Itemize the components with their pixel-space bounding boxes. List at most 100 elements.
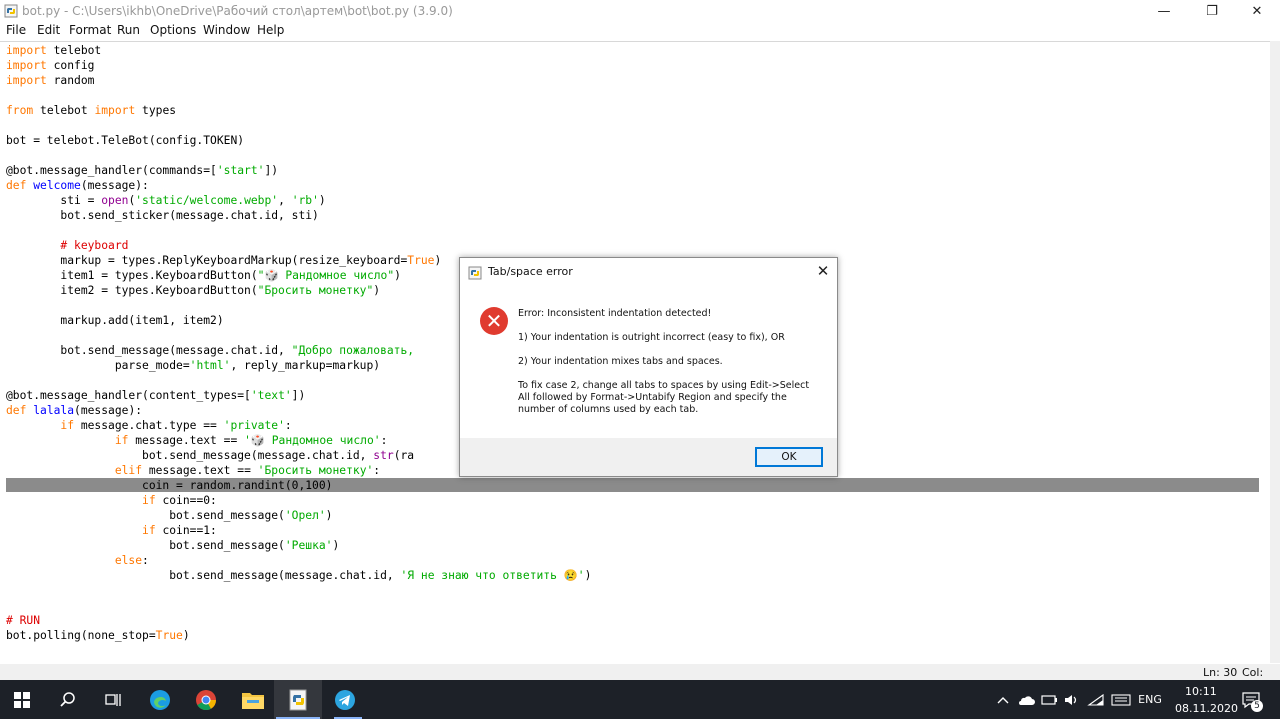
- onedrive-icon[interactable]: [1016, 680, 1036, 719]
- code-token: config: [46, 59, 95, 72]
- code-line[interactable]: else:: [6, 553, 149, 568]
- chrome-icon[interactable]: [193, 687, 219, 713]
- menu-run[interactable]: Run: [117, 23, 140, 37]
- python-idle-icon: [468, 265, 482, 280]
- code-line[interactable]: bot.send_message('Орел'): [6, 508, 332, 523]
- code-token: 'Орел': [284, 509, 326, 522]
- code-token: (message):: [80, 179, 149, 192]
- code-token: True: [155, 629, 183, 642]
- keyboard-icon[interactable]: [1109, 680, 1133, 719]
- vertical-scrollbar[interactable]: [1270, 41, 1280, 663]
- menu-format[interactable]: Format: [69, 23, 111, 37]
- code-token: bot.send_message(message.chat.id,: [6, 449, 374, 462]
- code-token: 'start': [216, 164, 265, 177]
- code-line[interactable]: item1 = types.KeyboardButton("🎲 Рандомно…: [6, 268, 401, 283]
- code-line[interactable]: @bot.message_handler(commands=['start']): [6, 163, 278, 178]
- battery-icon[interactable]: [1039, 680, 1059, 719]
- code-token: 'html': [189, 359, 231, 372]
- dialog-close-button[interactable]: ✕: [810, 260, 836, 282]
- python-idle-taskbar-icon[interactable]: [286, 687, 312, 713]
- file-explorer-icon[interactable]: [240, 687, 266, 713]
- code-line[interactable]: coin = random.randint(0,100): [6, 478, 332, 493]
- menu-edit[interactable]: Edit: [37, 23, 60, 37]
- clock-time: 10:11: [1185, 685, 1217, 698]
- menu-file[interactable]: File: [6, 23, 26, 37]
- code-line[interactable]: # keyboard: [6, 238, 128, 253]
- code-line[interactable]: sti = open('static/welcome.webp', 'rb'): [6, 193, 325, 208]
- code-token: :: [284, 419, 292, 432]
- code-line[interactable]: markup = types.ReplyKeyboardMarkup(resiz…: [6, 253, 441, 268]
- close-window-button[interactable]: ✕: [1234, 0, 1280, 22]
- windows-start-icon[interactable]: [9, 687, 35, 713]
- code-line[interactable]: bot.send_message('Решка'): [6, 538, 339, 553]
- code-line[interactable]: @bot.message_handler(content_types=['tex…: [6, 388, 305, 403]
- code-line[interactable]: elif message.text == 'Бросить монетку':: [6, 463, 380, 478]
- edge-browser-icon[interactable]: [147, 687, 173, 713]
- code-line[interactable]: markup.add(item1, item2): [6, 313, 223, 328]
- search-icon[interactable]: [55, 687, 81, 713]
- code-token: '🎲 Рандомное число': [244, 434, 381, 447]
- code-token: if: [114, 434, 129, 447]
- code-line[interactable]: bot.send_message(message.chat.id, 'Я не …: [6, 568, 591, 583]
- code-line[interactable]: import random: [6, 73, 94, 88]
- code-token: def: [6, 179, 27, 192]
- menu-window[interactable]: Window: [203, 23, 250, 37]
- wifi-icon[interactable]: [1086, 680, 1106, 719]
- code-token: "Добро пожаловать,: [291, 344, 421, 357]
- code-line[interactable]: bot = telebot.TeleBot(config.TOKEN): [6, 133, 244, 148]
- volume-icon[interactable]: [1062, 680, 1082, 719]
- maximize-button[interactable]: ❐: [1189, 0, 1235, 22]
- code-token: ): [325, 509, 333, 522]
- chevron-up-icon[interactable]: [994, 680, 1012, 719]
- code-line[interactable]: bot.send_sticker(message.chat.id, sti): [6, 208, 318, 223]
- menu-help[interactable]: Help: [257, 23, 284, 37]
- code-line[interactable]: def welcome(message):: [6, 178, 149, 193]
- code-line[interactable]: import telebot: [6, 43, 101, 58]
- code-token: # keyboard: [60, 239, 129, 252]
- code-line[interactable]: # RUN: [6, 613, 40, 628]
- input-language[interactable]: ENG: [1136, 680, 1164, 719]
- minimize-button[interactable]: —: [1141, 0, 1187, 22]
- task-view-icon[interactable]: [100, 687, 126, 713]
- code-token: ): [394, 269, 401, 282]
- code-token: 'Решка': [284, 539, 333, 552]
- code-token: if: [142, 524, 156, 537]
- dialog-fix-instructions: To fix case 2, change all tabs to spaces…: [518, 380, 810, 415]
- code-line[interactable]: item2 = types.KeyboardButton("Бросить мо…: [6, 283, 380, 298]
- notifications-icon[interactable]: 5: [1238, 680, 1264, 719]
- code-token: 'Я не знаю что ответить 😢': [400, 569, 585, 582]
- code-token: @bot.message_handler(commands=[: [6, 164, 217, 177]
- code-line[interactable]: parse_mode='html', reply_markup=markup): [6, 358, 380, 373]
- code-line[interactable]: bot.polling(none_stop=True): [6, 628, 190, 643]
- code-line[interactable]: import config: [6, 58, 94, 73]
- code-token: ): [332, 539, 340, 552]
- ok-button[interactable]: OK: [755, 447, 823, 467]
- code-line[interactable]: def lalala(message):: [6, 403, 142, 418]
- code-line[interactable]: if message.chat.type == 'private':: [6, 418, 292, 433]
- code-token: markup = types.ReplyKeyboardMarkup(resiz…: [6, 254, 408, 267]
- code-token: bot = telebot.TeleBot(config.TOKEN): [6, 134, 245, 147]
- code-token: ,: [278, 194, 292, 207]
- code-token: :: [380, 434, 388, 447]
- menu-options[interactable]: Options: [150, 23, 196, 37]
- code-token: , reply_markup=markup): [230, 359, 381, 372]
- code-line[interactable]: bot.send_message(message.chat.id, str(ra: [6, 448, 414, 463]
- dialog-case-2: 2) Your indentation mixes tabs and space…: [518, 356, 723, 367]
- code-token: parse_mode=: [6, 359, 190, 372]
- code-line[interactable]: if coin==1:: [6, 523, 217, 538]
- code-line[interactable]: if message.text == '🎲 Рандомное число':: [6, 433, 388, 448]
- code-line[interactable]: if coin==0:: [6, 493, 217, 508]
- code-token: message.text ==: [142, 464, 258, 477]
- code-token: message.text ==: [128, 434, 245, 447]
- code-line[interactable]: from telebot import types: [6, 103, 176, 118]
- code-token: bot.send_message(: [6, 509, 285, 522]
- code-token: coin==1:: [155, 524, 217, 537]
- code-token: (message):: [74, 404, 143, 417]
- telegram-icon[interactable]: [332, 687, 358, 713]
- window-title: bot.py - C:\Users\ikhb\OneDrive\Рабочий …: [22, 4, 453, 18]
- code-token: bot.send_message(message.chat.id,: [6, 569, 401, 582]
